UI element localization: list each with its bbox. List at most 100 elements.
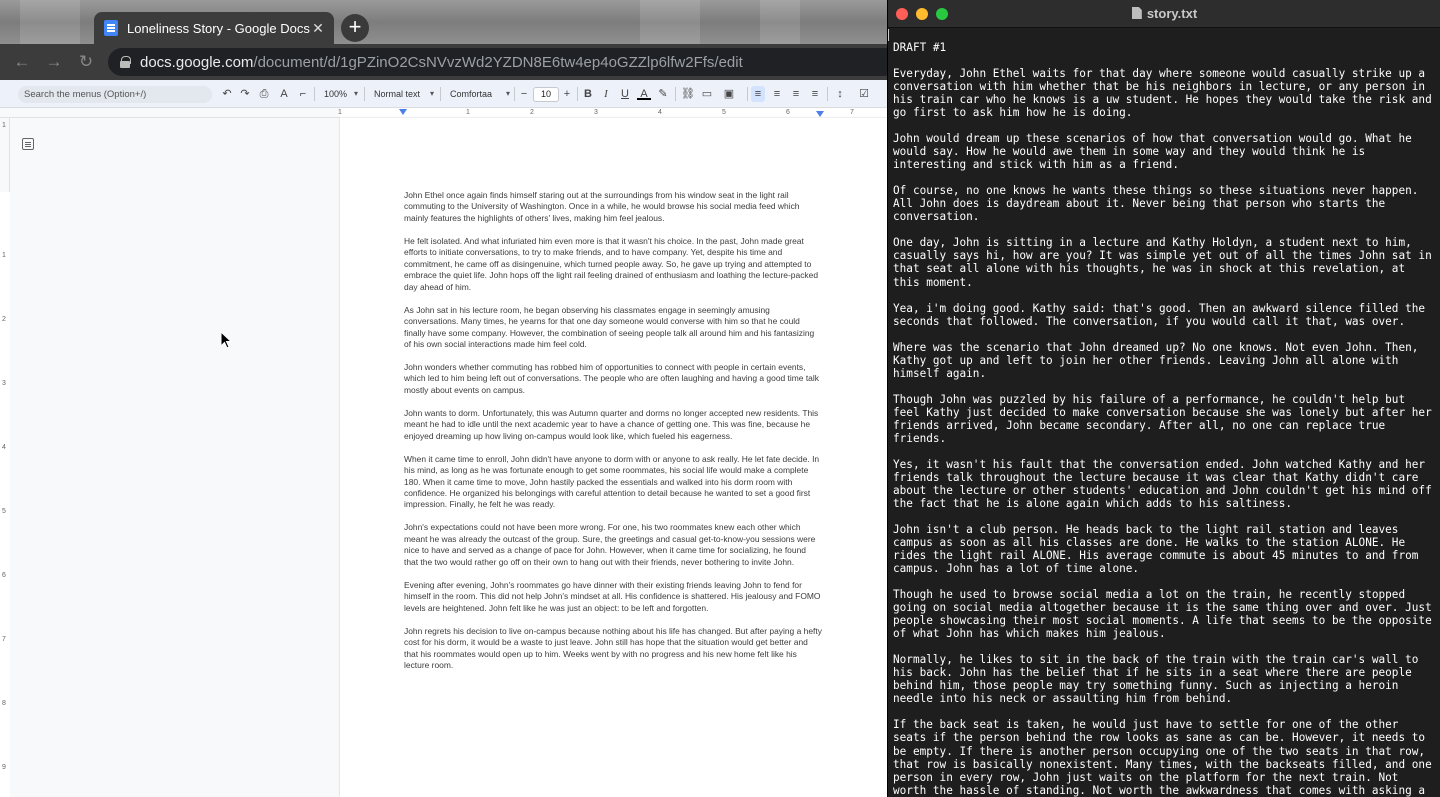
editor-paragraph[interactable]: Of course, no one knows he wants these t… [893, 184, 1438, 223]
line-spacing-icon[interactable]: ↕ [833, 86, 847, 102]
forward-arrow-icon[interactable]: → [38, 46, 70, 78]
address-bar-row: ← → ↻ docs.google.com/document/d/1gPZinO… [0, 44, 890, 80]
underline-button[interactable]: U [618, 86, 632, 102]
align-left-icon[interactable]: ≡ [751, 86, 765, 102]
undo-icon[interactable]: ↶ [220, 86, 234, 102]
ruler-tick-label: 1 [466, 109, 470, 116]
back-arrow-icon[interactable]: ← [6, 46, 38, 78]
menu-search-input[interactable]: Search the menus (Option+/) [18, 86, 212, 103]
close-window-button[interactable] [896, 8, 908, 20]
editor-paragraph[interactable]: John would dream up these scenarios of h… [893, 132, 1438, 171]
horizontal-ruler: 1 1 2 3 4 5 6 7 [0, 108, 890, 118]
left-indent-marker[interactable] [399, 109, 407, 115]
tab-close-icon[interactable]: ✕ [310, 20, 326, 37]
document-paragraph[interactable]: As John sat in his lecture room, he bega… [404, 305, 822, 351]
document-file-icon [1131, 7, 1142, 19]
text-editor-window: story.txt DRAFT #1 Everyday, John Ethel … [887, 0, 1440, 797]
add-comment-icon[interactable]: ▭ [700, 86, 714, 102]
editor-paragraph[interactable]: One day, John is sitting in a lecture an… [893, 236, 1438, 288]
toolbar-divider [675, 87, 676, 101]
wallpaper-tree [760, 0, 800, 44]
document-page[interactable]: John Ethel once again finds himself star… [340, 118, 890, 797]
insert-link-icon[interactable]: ⛓ [680, 86, 696, 102]
document-outline-icon[interactable] [22, 138, 34, 150]
decrease-font-size-button[interactable]: − [518, 86, 530, 102]
minimize-window-button[interactable] [916, 8, 928, 20]
font-size-input[interactable]: 10 [533, 87, 559, 102]
browser-tab-docs[interactable]: Loneliness Story - Google Docs ✕ [94, 12, 334, 44]
print-icon[interactable]: ⎙ [257, 86, 271, 102]
editor-paragraph[interactable]: Though John was puzzled by his failure o… [893, 393, 1438, 445]
redo-icon[interactable]: ↷ [238, 86, 252, 102]
document-paragraph[interactable]: He felt isolated. And what infuriated hi… [404, 236, 822, 293]
editor-paragraph[interactable]: John isn't a club person. He heads back … [893, 523, 1438, 575]
reload-icon[interactable]: ↻ [70, 46, 102, 78]
editor-paragraph[interactable]: If the back seat is taken, he would just… [893, 718, 1438, 796]
lock-icon[interactable] [120, 56, 131, 68]
document-paragraph[interactable]: John wonders whether commuting has robbe… [404, 362, 822, 396]
zoom-window-button[interactable] [936, 8, 948, 20]
editor-paragraph[interactable]: Where was the scenario that John dreamed… [893, 341, 1438, 380]
align-right-icon[interactable]: ≡ [789, 86, 803, 102]
zoom-select[interactable]: 100% [320, 86, 358, 102]
document-paragraph[interactable]: John regrets his decision to live on-cam… [404, 626, 822, 672]
wallpaper-tree [20, 0, 80, 44]
editor-paragraph[interactable]: Normally, he likes to sit in the back of… [893, 653, 1438, 705]
editor-paragraph[interactable]: Yes, it wasn't his fault that the conver… [893, 458, 1438, 510]
document-canvas[interactable]: John Ethel once again finds himself star… [10, 118, 890, 797]
ruler-tick-label: 1 [2, 252, 6, 259]
ruler-tick-label: 2 [2, 316, 6, 323]
toolbar-divider [577, 87, 578, 101]
editor-paragraph[interactable]: DRAFT #1 [893, 41, 1438, 54]
document-paragraph[interactable]: John wants to dorm. Unfortunately, this … [404, 408, 822, 442]
ruler-tick-label: 6 [2, 572, 6, 579]
ruler-tick-label: 4 [658, 109, 662, 116]
tab-title: Loneliness Story - Google Docs [127, 20, 310, 36]
style-select[interactable]: Normal text [370, 86, 434, 102]
align-justify-icon[interactable]: ≡ [808, 86, 822, 102]
spellcheck-icon[interactable]: A [277, 86, 291, 102]
ruler-tick-label: 3 [2, 380, 6, 387]
checklist-icon[interactable]: ☑ [857, 86, 871, 102]
editor-text-area[interactable]: DRAFT #1 Everyday, John Ethel waits for … [893, 30, 1438, 797]
ruler-page-area [340, 108, 890, 118]
document-paragraph[interactable]: When it came time to enroll, John didn't… [404, 454, 822, 511]
toolbar-divider [514, 87, 515, 101]
right-indent-marker[interactable] [816, 111, 824, 117]
toolbar-divider [314, 87, 315, 101]
ruler-tick-label: 2 [530, 109, 534, 116]
editor-paragraph[interactable]: Everyday, John Ethel waits for that day … [893, 67, 1438, 119]
italic-button[interactable]: I [599, 86, 613, 102]
docs-toolbar: Search the menus (Option+/) ↶ ↷ ⎙ A ⌐ 10… [0, 80, 890, 108]
tab-strip: Loneliness Story - Google Docs ✕ + [0, 0, 890, 44]
editor-filename: story.txt [1146, 6, 1198, 21]
ruler-tick-label: 4 [2, 444, 6, 451]
increase-font-size-button[interactable]: + [561, 86, 573, 102]
align-center-icon[interactable]: ≡ [770, 86, 784, 102]
document-paragraph[interactable]: John's expectations could not have been … [404, 522, 822, 568]
highlight-icon[interactable]: ✎ [656, 86, 670, 102]
document-body[interactable]: John Ethel once again finds himself star… [404, 190, 822, 683]
ruler-tick-label: 8 [2, 700, 6, 707]
font-select[interactable]: Comfortaa [446, 86, 510, 102]
editor-titlebar: story.txt [888, 0, 1440, 28]
editor-title: story.txt [888, 0, 1440, 28]
toolbar-divider [747, 87, 748, 101]
google-docs-icon [104, 20, 118, 36]
document-paragraph[interactable]: Evening after evening, John's roommates … [404, 580, 822, 614]
text-caret [888, 29, 889, 41]
document-paragraph[interactable]: John Ethel once again finds himself star… [404, 190, 822, 224]
url-path: /document/d/1gPZinO2CsNVvzWd2YZDN8E6tw4e… [253, 53, 743, 71]
editor-paragraph[interactable]: Yea, i'm doing good. Kathy said: that's … [893, 302, 1438, 328]
new-tab-button[interactable]: + [341, 14, 369, 42]
url-host: docs.google.com [140, 53, 254, 71]
insert-image-icon[interactable]: ▣ [718, 86, 740, 102]
editor-paragraph[interactable]: Though he used to browse social media a … [893, 588, 1438, 640]
ruler-tick-label: 7 [2, 636, 6, 643]
url-input[interactable]: docs.google.com/document/d/1gPZinO2CsNVv… [108, 48, 890, 76]
ruler-tick-label: 1 [338, 109, 342, 116]
text-color-button[interactable]: A [637, 86, 651, 100]
toolbar-divider [827, 87, 828, 101]
bold-button[interactable]: B [581, 86, 595, 102]
paint-format-icon[interactable]: ⌐ [296, 86, 310, 102]
